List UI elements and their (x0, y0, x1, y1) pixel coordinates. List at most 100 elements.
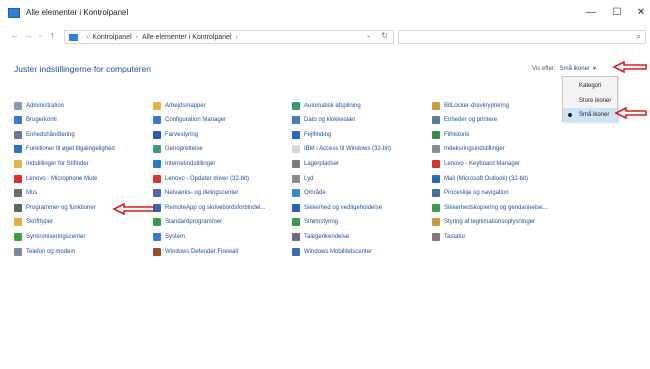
address-dropdown-icon[interactable]: ⌄ (366, 32, 371, 39)
control-panel-item[interactable]: Windows Defender Firewall (153, 246, 238, 257)
forward-button[interactable]: → (24, 30, 33, 40)
control-panel-item[interactable]: Mail (Microsoft Outlook) (32-bit) (432, 173, 528, 184)
item-label: Brugerkonti (26, 117, 57, 124)
item-label: Indeksringsindstillinger (444, 146, 505, 153)
control-panel-item[interactable]: Windows Mobilitetscenter (292, 246, 372, 257)
control-panel-item[interactable]: Fejlfinding (292, 129, 331, 140)
control-panel-item[interactable]: Netværks- og delingscenter (153, 188, 238, 199)
control-panel-item[interactable]: Indeksringsindstillinger (432, 144, 505, 155)
close-button[interactable]: ✕ (630, 5, 650, 21)
menu-item-category[interactable]: Kategori (563, 79, 617, 93)
ibm-access-icon (292, 145, 300, 154)
control-panel-item[interactable]: Styring af legitimationsoplysninger (432, 217, 535, 228)
mail-icon (432, 174, 440, 183)
firewall-icon (153, 247, 161, 256)
control-panel-item[interactable]: Administration (14, 100, 64, 111)
control-panel-item[interactable]: Programmer og funktioner (14, 202, 96, 213)
minimize-button[interactable]: — (580, 5, 602, 21)
breadcrumb-control-panel[interactable]: Kontrolpanel (92, 34, 131, 41)
system-icon (153, 232, 161, 241)
item-label: Programmer og funktioner (26, 204, 96, 211)
control-panel-item[interactable]: Automatisk afspilning (292, 100, 361, 111)
maximize-button[interactable]: ☐ (606, 5, 628, 21)
item-label: Arbejdsmapper (165, 102, 206, 109)
control-panel-item[interactable]: Enheder og printere (432, 115, 497, 126)
control-panel-item[interactable]: Lenovo - Opdater driver (32-bit) (153, 173, 249, 184)
device-manager-icon (14, 130, 22, 139)
item-label: Mus (26, 190, 38, 197)
indexing-options-icon (432, 145, 440, 154)
control-panel-item[interactable]: Lagerpladser (292, 158, 339, 169)
file-history-icon (432, 130, 440, 139)
item-label: Funktioner til øget tilgængelighed (26, 146, 115, 153)
control-panel-item[interactable]: Internetindstillinger (153, 158, 215, 169)
control-panel-item[interactable]: Filhistorik (432, 129, 469, 140)
control-panel-item[interactable]: RemoteApp og skrivebordsforbindel... (153, 202, 265, 213)
control-panel-item[interactable]: Tastatur (432, 231, 465, 242)
up-button[interactable]: ↑ (50, 30, 55, 40)
control-panel-item[interactable]: Telefon og modem (14, 246, 75, 257)
breadcrumb-separator: › (135, 33, 138, 41)
title-bar: Alle elementer i Kontrolpanel — ☐ ✕ (0, 0, 650, 26)
control-panel-item[interactable]: Arbejdsmapper (153, 100, 206, 111)
control-panel-item[interactable]: Område (292, 188, 326, 199)
control-panel-item[interactable]: Dato og klokkeslæt (292, 115, 355, 126)
control-panel-item[interactable]: Procesliije og navigation (432, 188, 509, 199)
control-panel-item[interactable]: Mus (14, 188, 37, 199)
item-label: Farvestyring (165, 131, 199, 138)
control-panel-item[interactable]: Genopretteise (153, 144, 203, 155)
breadcrumb-all-items[interactable]: Alle elementer i Kontrolpanel (142, 34, 232, 41)
refresh-icon[interactable]: ↻ (381, 31, 388, 40)
control-panel-item[interactable]: Sikkerhedskopiering og gendannelse... (432, 202, 547, 213)
region-icon (292, 189, 300, 198)
view-by-dropdown[interactable]: Små ikoner (560, 66, 590, 72)
item-label: Sikkerhed og vedligeholdelse (304, 204, 383, 211)
item-label: Lagerpladser (304, 160, 340, 167)
recent-locations-button[interactable]: ⌄ (38, 32, 43, 39)
control-panel-item[interactable]: Lenovo - Keyboard Manager (432, 158, 520, 169)
item-label: Standardprogrammer (165, 219, 223, 226)
selected-bullet-icon (568, 113, 572, 117)
control-panel-item[interactable]: Lyd (292, 173, 313, 184)
item-label: Område (304, 190, 326, 197)
date-time-icon (292, 116, 300, 125)
control-panel-item[interactable]: Strømstyring (292, 217, 338, 228)
control-panel-item[interactable]: Lenovo - Microphone Mute (14, 173, 97, 184)
control-panel-item[interactable]: Indstillinger for Stifinder (14, 158, 89, 169)
address-bar[interactable]: › Kontrolpanel › Alle elementer i Kontro… (64, 30, 394, 44)
back-button[interactable]: ← (10, 30, 19, 40)
menu-item-large-icons[interactable]: Store ikoner (563, 94, 617, 108)
control-panel-item[interactable]: BitLocker-drevkryptering (432, 100, 509, 111)
troubleshooting-icon (292, 130, 300, 139)
annotation-arrow-icon (614, 107, 647, 119)
programs-icon (14, 203, 22, 212)
control-panel-item[interactable]: Sikkerhed og vedligeholdelse (292, 202, 382, 213)
item-label: Enhedshåndtering (26, 131, 75, 138)
control-panel-item[interactable]: Synkroniseringscenter (14, 231, 85, 242)
item-label: Configuration Manager (165, 117, 227, 124)
phone-modem-icon (14, 247, 22, 256)
menu-item-small-icons[interactable]: Små ikoner (563, 108, 617, 122)
item-label: Styring af legitimationsoplysninger (444, 219, 536, 226)
menu-item-label: Kategori (579, 83, 602, 89)
control-panel-item[interactable]: Brugerkonti (14, 115, 57, 126)
chevron-down-icon[interactable]: ▼ (592, 66, 597, 72)
search-input[interactable]: ⌕ (398, 30, 646, 44)
control-panel-item[interactable]: System (153, 231, 185, 242)
control-panel-item[interactable]: Configuration Manager (153, 115, 226, 126)
item-label: Administration (26, 102, 65, 109)
control-panel-item[interactable]: Talegenkendelse (292, 231, 349, 242)
item-label: Mail (Microsoft Outlook) (32-bit) (444, 175, 529, 182)
control-panel-item[interactable]: Standardprogrammer (153, 217, 222, 228)
control-panel-item[interactable]: Skrifttyper (14, 217, 53, 228)
default-programs-icon (153, 218, 161, 227)
breadcrumb-separator: › (235, 33, 238, 41)
control-panel-item[interactable]: Enhedshåndtering (14, 129, 75, 140)
item-label: Procesliije og navigation (444, 190, 509, 197)
control-panel-item[interactable]: IBM i Access til Windows (32-bit) (292, 144, 391, 155)
control-panel-item[interactable]: Funktioner til øget tilgængelighed (14, 144, 115, 155)
item-label: Indstillinger for Stifinder (26, 160, 89, 167)
control-panel-item[interactable]: Farvestyring (153, 129, 198, 140)
item-label: Windows Defender Firewall (165, 248, 239, 255)
sync-center-icon (14, 232, 22, 241)
